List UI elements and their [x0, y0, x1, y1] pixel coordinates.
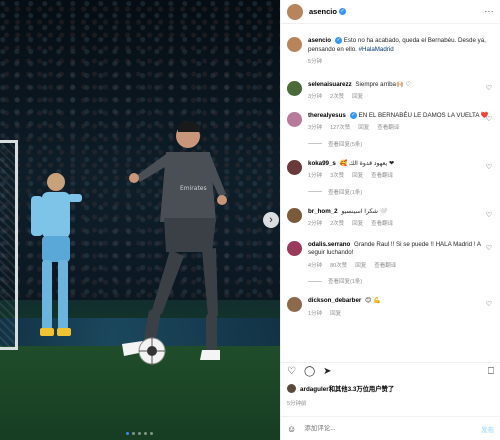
comment-username[interactable]: br_hom_2	[308, 208, 338, 215]
chevron-right-icon[interactable]: ›	[263, 212, 279, 228]
comment-username[interactable]: selenaisuarezz	[308, 81, 352, 88]
avatar[interactable]	[287, 80, 302, 96]
avatar[interactable]	[287, 3, 303, 20]
carousel-dot	[138, 432, 141, 435]
heart-icon[interactable]: ♡	[486, 244, 492, 252]
comment-text: شكرا اسينسيو 🤍	[341, 207, 388, 215]
comment-item: odalis.serrano Grande Raul !! Si se pued…	[281, 240, 500, 271]
carousel-dot-active	[126, 432, 129, 435]
view-replies-button[interactable]: 查看回复(1条)	[308, 188, 500, 196]
view-replies-button[interactable]: 查看回复(5条)	[308, 140, 500, 148]
carousel-dot	[150, 432, 153, 435]
heart-icon[interactable]: ♡	[486, 300, 492, 308]
post-actions-bar: ♡ ◯ ➤ ⎕	[281, 362, 500, 380]
avatar[interactable]	[287, 37, 302, 52]
reply-button[interactable]: 回复	[352, 220, 363, 229]
comment-username[interactable]: dickson_debarber	[308, 297, 361, 304]
translate-button[interactable]: 查看翻译	[374, 262, 396, 271]
comment-text: EN EL BERNABÉU LE DAMOS LA VUELTA ❤️	[358, 111, 489, 119]
comment-likes[interactable]: 3次赞	[330, 172, 344, 181]
bookmark-icon[interactable]: ⎕	[488, 366, 494, 377]
like-heart-icon[interactable]: ♡	[287, 366, 296, 377]
comment-time: 1分钟	[308, 310, 323, 317]
comment-time: 3分钟	[308, 125, 323, 132]
carousel-dots	[126, 432, 153, 435]
comment-likes[interactable]: 2次赞	[330, 93, 344, 102]
heart-icon[interactable]: ♡	[486, 163, 492, 171]
avatar[interactable]	[287, 240, 302, 256]
translate-button[interactable]: 查看翻译	[377, 124, 399, 133]
verified-badge-icon: ✓	[349, 111, 357, 119]
comment-time: 4分钟	[308, 262, 323, 269]
football	[138, 337, 166, 365]
likes-text: ardaguler和其他3.3万位用户赞了	[300, 386, 395, 393]
comment-input[interactable]	[304, 425, 481, 432]
reply-button[interactable]: 回复	[330, 310, 341, 319]
reply-button[interactable]: 回复	[352, 93, 363, 102]
svg-text:Emirates: Emirates	[180, 185, 207, 192]
avatar[interactable]	[287, 159, 302, 175]
comment-time: 3分钟	[308, 94, 323, 101]
emoji-icon[interactable]: ☺	[287, 424, 296, 434]
comment-likes[interactable]: 127次赞	[330, 124, 350, 133]
comment-time: 2分钟	[308, 221, 323, 228]
comment-text: 🥰 يعهود قدوة الك ❤	[339, 159, 395, 167]
translate-button[interactable]: 查看翻译	[371, 220, 393, 229]
avatar	[287, 384, 296, 393]
comment-time: 1分钟	[308, 173, 323, 180]
carousel-dot	[132, 432, 135, 435]
post-timestamp: 5分钟前	[287, 401, 307, 407]
share-icon[interactable]: ➤	[323, 366, 331, 377]
comment-item: dickson_debarber 😊 💪 1分钟 回复 ♡	[281, 297, 500, 318]
caption: asencio ✓ Esto no ha acabado, queda el Be…	[281, 37, 500, 67]
comment-username[interactable]: therealyesus	[308, 112, 346, 119]
comment-item: therealyesus ✓ EN EL BERNABÉU LE DAMOS LA…	[281, 111, 500, 133]
hashtag-link[interactable]: #HalaMadrid	[359, 46, 394, 53]
heart-icon[interactable]: ♡	[486, 115, 492, 123]
verified-badge-icon: ✓	[335, 37, 343, 44]
heart-icon[interactable]: ♡	[486, 84, 492, 92]
caption-time: 5分钟	[308, 59, 323, 66]
comment-username[interactable]: odalis.serrano	[308, 241, 350, 248]
post-comment-button[interactable]: 发布	[481, 424, 494, 434]
translate-button[interactable]: 查看翻译	[371, 172, 393, 181]
comment-likes[interactable]: 80次赞	[330, 262, 347, 271]
comment-item: selenaisuarezz Siempre arriba🙌🏼 ♡ 3分钟 2次…	[281, 80, 500, 102]
comment-text: Siempre arriba🙌🏼 ♡	[355, 80, 411, 88]
heart-icon[interactable]: ♡	[486, 211, 492, 219]
post-photo[interactable]: Emirates ›	[0, 0, 280, 440]
reply-button[interactable]: 回复	[352, 172, 363, 181]
more-options-icon[interactable]: ···	[485, 7, 495, 16]
goal-post	[0, 140, 18, 350]
view-replies-button[interactable]: 查看回复(1条)	[308, 277, 500, 285]
reply-button[interactable]: 回复	[355, 262, 366, 271]
reply-button[interactable]: 回复	[358, 124, 369, 133]
post-author-username[interactable]: asencio	[309, 7, 337, 16]
avatar[interactable]	[287, 207, 302, 223]
likes-summary[interactable]: ardaguler和其他3.3万位用户赞了	[287, 384, 394, 393]
player-figure: Emirates	[122, 121, 227, 360]
caption-username[interactable]: asencio	[308, 37, 331, 44]
goalkeeper-figure	[31, 173, 82, 336]
carousel-dot	[144, 432, 147, 435]
post-header: asencio ✓ ···	[281, 0, 500, 24]
avatar[interactable]	[287, 111, 302, 127]
comment-item: br_hom_2 شكرا اسينسيو 🤍 2分钟 2次赞 回复 查看翻译 …	[281, 207, 500, 229]
verified-badge-icon: ✓	[338, 8, 346, 15]
comment-item: koka99_s 🥰 يعهود قدوة الك ❤ 1分钟 3次赞 回复 查…	[281, 159, 500, 181]
comment-text: 😊 💪	[365, 297, 381, 305]
comment-likes[interactable]: 2次赞	[330, 220, 344, 229]
post-side-panel: asencio ✓ ··· asencio ✓ Esto no ha acabad…	[280, 0, 500, 440]
comment-composer: ☺ 发布	[281, 416, 500, 440]
comment-username[interactable]: koka99_s	[308, 160, 336, 167]
comment-icon[interactable]: ◯	[304, 366, 315, 377]
comments-list[interactable]: asencio ✓ Esto no ha acabado, queda el Be…	[281, 25, 500, 355]
avatar[interactable]	[287, 297, 302, 313]
